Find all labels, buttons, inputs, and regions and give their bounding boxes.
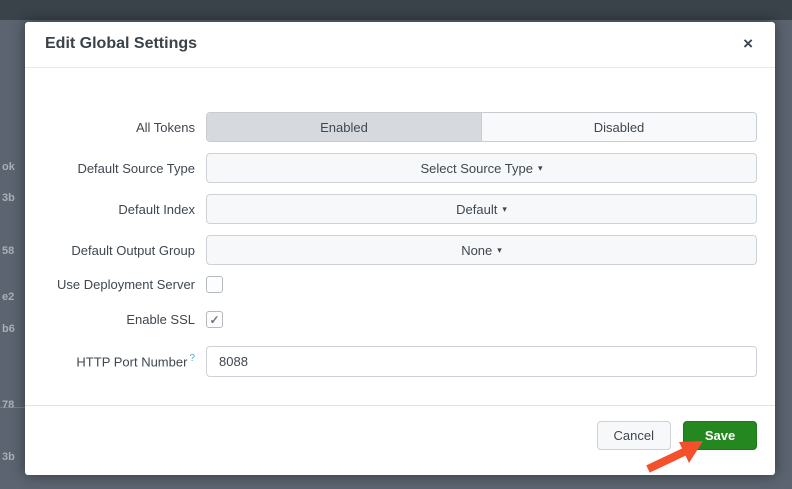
backdrop-text-fragment: 3b bbox=[2, 192, 26, 204]
default-output-group-row: Default Output Group None ▾ bbox=[25, 235, 757, 265]
default-source-type-row: Default Source Type Select Source Type ▾ bbox=[25, 153, 757, 183]
default-index-row: Default Index Default ▾ bbox=[25, 194, 757, 224]
all-tokens-toggle: Enabled Disabled bbox=[206, 112, 757, 142]
default-output-group-value: None bbox=[461, 243, 492, 258]
default-index-label: Default Index bbox=[25, 202, 206, 217]
dialog-title: Edit Global Settings bbox=[45, 35, 197, 53]
checkmark-icon: ✓ bbox=[209, 314, 219, 326]
default-source-type-dropdown[interactable]: Select Source Type ▾ bbox=[206, 153, 757, 183]
all-tokens-disabled-button[interactable]: Disabled bbox=[481, 113, 756, 141]
enable-ssl-checkbox[interactable]: ✓ bbox=[206, 311, 223, 328]
backdrop-row-divider bbox=[0, 407, 25, 408]
chevron-down-icon: ▾ bbox=[502, 204, 507, 215]
backdrop-text-fragment: 78 bbox=[2, 399, 26, 411]
page-top-bar bbox=[0, 0, 792, 20]
default-output-group-dropdown[interactable]: None ▾ bbox=[206, 235, 757, 265]
dialog-header: Edit Global Settings × bbox=[25, 22, 775, 68]
default-index-dropdown[interactable]: Default ▾ bbox=[206, 194, 757, 224]
default-source-type-label: Default Source Type bbox=[25, 161, 206, 176]
http-port-label: HTTP Port Number? bbox=[25, 353, 206, 369]
use-deployment-server-checkbox[interactable] bbox=[206, 276, 223, 293]
edit-global-settings-dialog: Edit Global Settings × All Tokens Enable… bbox=[25, 22, 775, 475]
cancel-button[interactable]: Cancel bbox=[597, 421, 671, 450]
save-button[interactable]: Save bbox=[683, 421, 757, 450]
all-tokens-enabled-button[interactable]: Enabled bbox=[207, 113, 481, 141]
close-icon[interactable]: × bbox=[743, 33, 753, 55]
all-tokens-row: All Tokens Enabled Disabled bbox=[25, 112, 757, 142]
backdrop-text-fragment: 58 bbox=[2, 245, 26, 257]
use-deployment-server-row: Use Deployment Server bbox=[25, 276, 757, 293]
enable-ssl-label: Enable SSL bbox=[25, 312, 206, 327]
backdrop-text-fragment: 3b bbox=[2, 451, 26, 463]
http-port-input[interactable] bbox=[206, 346, 757, 377]
default-source-type-value: Select Source Type bbox=[420, 161, 533, 176]
chevron-down-icon: ▾ bbox=[497, 245, 502, 256]
dialog-footer: Cancel Save bbox=[25, 405, 775, 475]
enable-ssl-row: Enable SSL ✓ bbox=[25, 311, 757, 328]
help-tooltip-icon[interactable]: ? bbox=[189, 353, 195, 364]
default-index-value: Default bbox=[456, 202, 497, 217]
http-port-row: HTTP Port Number? bbox=[25, 346, 757, 377]
chevron-down-icon: ▾ bbox=[538, 163, 543, 174]
backdrop-text-fragment: ok bbox=[2, 161, 26, 173]
dialog-body: All Tokens Enabled Disabled Default Sour… bbox=[25, 68, 775, 377]
backdrop-text-fragment: e2 bbox=[2, 291, 26, 303]
use-deployment-server-label: Use Deployment Server bbox=[25, 277, 206, 292]
all-tokens-label: All Tokens bbox=[25, 120, 206, 135]
backdrop-text-fragment: b6 bbox=[2, 323, 26, 335]
default-output-group-label: Default Output Group bbox=[25, 243, 206, 258]
